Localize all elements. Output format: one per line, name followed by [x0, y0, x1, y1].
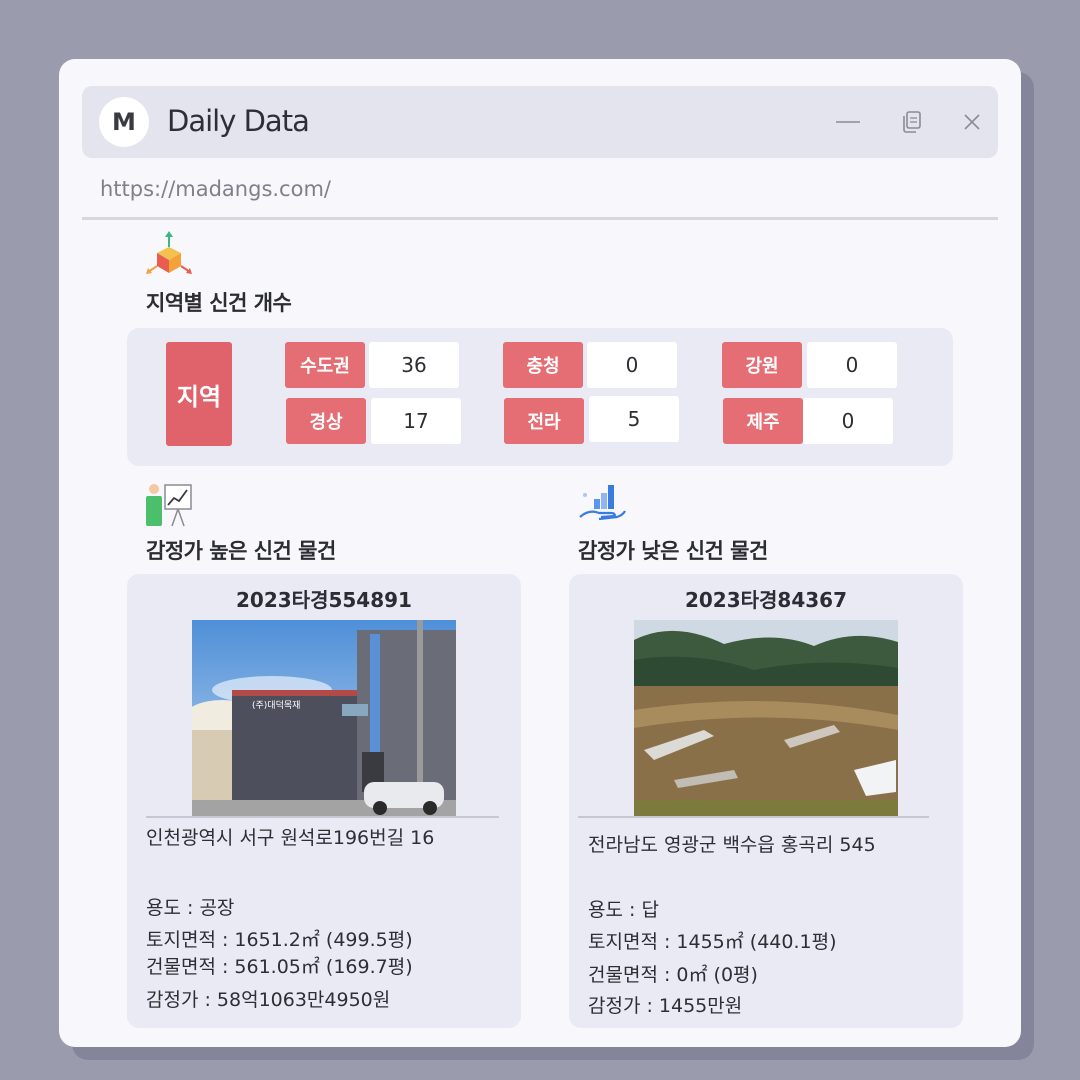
- hand-chart-icon: [577, 479, 629, 531]
- minimize-button[interactable]: [832, 106, 864, 138]
- region-label-jeolla: 전라: [504, 398, 584, 444]
- region-label-gangwon: 강원: [722, 342, 802, 388]
- title-bar: M Daily Data: [82, 86, 998, 158]
- property-address: 전라남도 영광군 백수읍 홍곡리 545: [588, 834, 876, 856]
- region-tag: 지역: [166, 342, 232, 446]
- close-icon: [964, 114, 980, 130]
- property-photo: (주)대덕목재: [192, 620, 456, 816]
- presentation-chart-icon: [143, 479, 195, 531]
- region-value-gyeongsang: 17: [371, 398, 461, 444]
- photo-divider: [146, 816, 499, 818]
- property-photo: [634, 620, 898, 816]
- region-label-sudogwon: 수도권: [285, 342, 365, 388]
- url-text[interactable]: https://madangs.com/: [100, 177, 331, 201]
- photo-divider: [578, 816, 929, 818]
- region-value-jeju: 0: [803, 398, 893, 444]
- case-number: 2023타경554891: [236, 588, 412, 612]
- property-building-area: 건물면적 : 561.05㎡ (169.7평): [146, 956, 413, 978]
- region-label-jeju: 제주: [723, 398, 803, 444]
- copy-button[interactable]: [896, 106, 928, 138]
- region-section-title: 지역별 신건 개수: [146, 291, 292, 315]
- property-address: 인천광역시 서구 원석로196번길 16: [146, 827, 435, 849]
- app-title: Daily Data: [167, 104, 310, 138]
- high-section-title: 감정가 높은 신건 물건: [146, 539, 336, 563]
- region-label-chungcheong: 충청: [503, 342, 583, 388]
- property-land-area: 토지면적 : 1455㎡ (440.1평): [588, 931, 837, 953]
- property-usage: 용도 : 답: [588, 899, 659, 921]
- region-count-panel: 지역 수도권 36 충청 0 강원 0 경상 17 전라 5 제주 0: [127, 328, 953, 466]
- region-value-chungcheong: 0: [587, 342, 677, 388]
- app-window: M Daily Data https://madangs.com/ 지역별 신건…: [59, 59, 1021, 1047]
- high-appraisal-card[interactable]: 2023타경554891 (주)대덕목재 인천광역시 서구 원석로196번길 1…: [127, 574, 521, 1028]
- property-usage: 용도 : 공장: [146, 897, 235, 919]
- minimize-icon: [836, 121, 860, 123]
- low-appraisal-card[interactable]: 2023타경84367 전라남도 영광군 백수읍 홍곡리 545 용도 : 답 …: [569, 574, 963, 1028]
- case-number: 2023타경84367: [684, 588, 848, 612]
- property-appraisal: 감정가 : 58억1063만4950원: [146, 989, 391, 1011]
- divider: [82, 217, 998, 220]
- region-value-sudogwon: 36: [369, 342, 459, 388]
- building-sign-text: (주)대덕목재: [252, 700, 300, 711]
- copy-icon: [903, 111, 921, 133]
- region-value-gangwon: 0: [807, 342, 897, 388]
- low-section-title: 감정가 낮은 신건 물건: [578, 539, 768, 563]
- region-value-jeolla: 5: [589, 396, 679, 442]
- property-land-area: 토지면적 : 1651.2㎡ (499.5평): [146, 929, 413, 951]
- property-building-area: 건물면적 : 0㎡ (0평): [588, 964, 758, 986]
- 3d-axes-icon: [143, 229, 195, 281]
- close-button[interactable]: [956, 106, 988, 138]
- property-appraisal: 감정가 : 1455만원: [588, 995, 743, 1017]
- region-label-gyeongsang: 경상: [286, 398, 366, 444]
- app-avatar: M: [99, 97, 149, 147]
